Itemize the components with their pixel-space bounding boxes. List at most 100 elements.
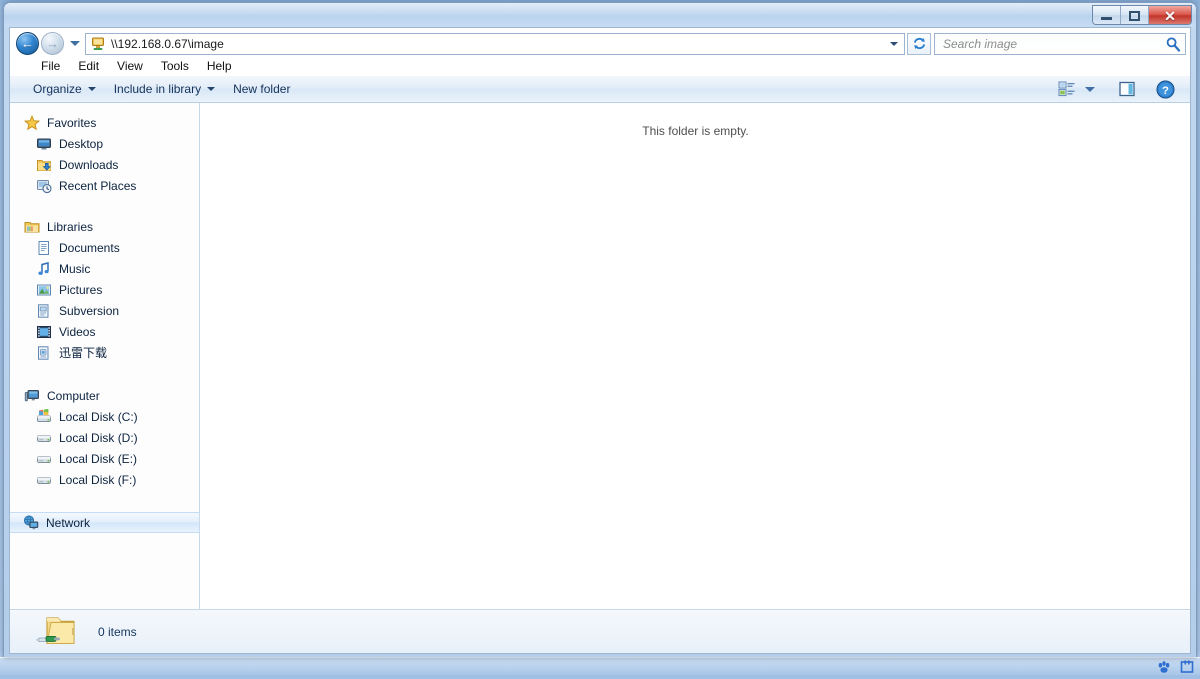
sidebar-label: Local Disk (C:) — [59, 410, 138, 424]
search-input[interactable]: Search image — [934, 33, 1186, 55]
libraries-folder-icon — [24, 219, 40, 235]
drive-icon — [36, 430, 52, 446]
menu-item-help[interactable]: Help — [198, 57, 241, 75]
chevron-down-icon — [207, 87, 215, 91]
navigation-pane[interactable]: Favorites Desktop — [10, 103, 200, 609]
recent-places-icon — [36, 178, 52, 194]
network-computer-icon — [90, 36, 106, 52]
include-in-library-label: Include in library — [114, 82, 201, 96]
sidebar-item-videos[interactable]: Videos — [10, 321, 199, 342]
subversion-library-icon — [36, 303, 52, 319]
sidebar-item-pictures[interactable]: Pictures — [10, 279, 199, 300]
sidebar-label: Pictures — [59, 283, 102, 297]
title-bar[interactable]: ✕ — [4, 3, 1196, 27]
sidebar-label: Recent Places — [59, 179, 136, 193]
file-list-pane[interactable]: This folder is empty. — [201, 103, 1190, 609]
desktop-monitor-icon — [36, 136, 52, 152]
new-folder-button[interactable]: New folder — [224, 77, 299, 101]
svg-text:?: ? — [1162, 84, 1169, 96]
view-options-dropdown[interactable] — [1082, 78, 1098, 100]
include-in-library-button[interactable]: Include in library — [105, 77, 224, 101]
chevron-down-icon — [890, 42, 898, 46]
input-method-icon[interactable] — [1180, 660, 1194, 674]
search-icon[interactable] — [1165, 36, 1181, 52]
view-options-button[interactable] — [1054, 78, 1080, 100]
network-folder-icon — [34, 612, 80, 652]
forward-arrow-icon: → — [46, 37, 59, 50]
main-area: Favorites Desktop — [10, 103, 1190, 609]
sidebar-label: Local Disk (E:) — [59, 452, 137, 466]
menu-bar: File Edit View Tools Help — [10, 56, 1190, 76]
sidebar-item-libraries[interactable]: Libraries — [10, 216, 199, 237]
sidebar-label: Libraries — [47, 220, 93, 234]
refresh-icon — [912, 36, 927, 51]
sidebar-item-xunlei-download[interactable]: 迅雷下载 — [10, 342, 199, 363]
view-options-icon — [1058, 81, 1076, 97]
address-input[interactable]: \\192.168.0.67\image — [85, 33, 905, 55]
sidebar-item-documents[interactable]: Documents — [10, 237, 199, 258]
chevron-down-icon — [1085, 87, 1095, 92]
menu-item-edit[interactable]: Edit — [69, 57, 108, 75]
sidebar-item-local-disk-c[interactable]: Local Disk (C:) — [10, 406, 199, 427]
chevron-down-icon — [70, 41, 80, 46]
sidebar-item-local-disk-f[interactable]: Local Disk (F:) — [10, 469, 199, 490]
search-placeholder-text: Search image — [943, 37, 1165, 51]
chevron-down-icon — [88, 87, 96, 91]
address-path-text: \\192.168.0.67\image — [111, 37, 886, 51]
taskbar[interactable] — [0, 657, 1200, 675]
favorites-star-icon — [24, 115, 40, 131]
refresh-button[interactable] — [907, 33, 931, 55]
downloads-folder-icon — [36, 157, 52, 173]
explorer-window: ✕ ← → — [3, 2, 1197, 657]
network-icon — [23, 515, 39, 531]
sidebar-label: Documents — [59, 241, 120, 255]
sidebar-label: Local Disk (F:) — [59, 473, 136, 487]
sidebar-label: Videos — [59, 325, 95, 339]
close-button[interactable]: ✕ — [1149, 6, 1191, 25]
sidebar-item-network[interactable]: Network — [10, 512, 199, 533]
minimize-button[interactable] — [1093, 6, 1121, 25]
menu-item-tools[interactable]: Tools — [152, 57, 198, 75]
window-client-area: ← → \\192.168.0.67\image — [9, 27, 1191, 654]
documents-library-icon — [36, 240, 52, 256]
baidu-paw-icon[interactable] — [1157, 660, 1171, 674]
system-drive-icon — [36, 409, 52, 425]
sidebar-label: Network — [46, 516, 90, 530]
sidebar-item-downloads[interactable]: Downloads — [10, 154, 199, 175]
nav-group-computer: Computer — [10, 385, 199, 490]
sidebar-item-subversion[interactable]: Subversion — [10, 300, 199, 321]
organize-button[interactable]: Organize — [24, 77, 105, 101]
sidebar-label: Computer — [47, 389, 100, 403]
maximize-button[interactable] — [1121, 6, 1149, 25]
system-tray[interactable] — [1157, 659, 1194, 675]
status-bar: 0 items — [10, 609, 1190, 653]
sidebar-label: 迅雷下载 — [59, 344, 107, 361]
drive-icon — [36, 472, 52, 488]
nav-group-network: Network — [10, 512, 199, 533]
sidebar-item-local-disk-e[interactable]: Local Disk (E:) — [10, 448, 199, 469]
preview-pane-button[interactable] — [1114, 78, 1140, 100]
menu-item-view[interactable]: View — [108, 57, 152, 75]
xunlei-download-library-icon — [36, 345, 52, 361]
address-bar-row: ← → \\192.168.0.67\image — [10, 28, 1190, 56]
sidebar-item-local-disk-d[interactable]: Local Disk (D:) — [10, 427, 199, 448]
minimize-icon — [1101, 17, 1112, 20]
forward-button[interactable]: → — [41, 32, 64, 55]
sidebar-item-music[interactable]: Music — [10, 258, 199, 279]
recent-pages-button[interactable] — [68, 34, 82, 54]
preview-pane-icon — [1118, 81, 1136, 97]
address-dropdown-button[interactable] — [886, 42, 902, 46]
help-button[interactable]: ? — [1152, 78, 1178, 100]
sidebar-label: Local Disk (D:) — [59, 431, 138, 445]
sidebar-item-recent-places[interactable]: Recent Places — [10, 175, 199, 196]
menu-item-file[interactable]: File — [32, 57, 69, 75]
videos-library-icon — [36, 324, 52, 340]
music-note-icon — [36, 261, 52, 277]
sidebar-item-favorites[interactable]: Favorites — [10, 112, 199, 133]
sidebar-item-desktop[interactable]: Desktop — [10, 133, 199, 154]
sidebar-item-computer[interactable]: Computer — [10, 385, 199, 406]
back-arrow-icon: ← — [21, 37, 34, 50]
back-button[interactable]: ← — [16, 32, 39, 55]
sidebar-label: Subversion — [59, 304, 119, 318]
computer-icon — [24, 388, 40, 404]
